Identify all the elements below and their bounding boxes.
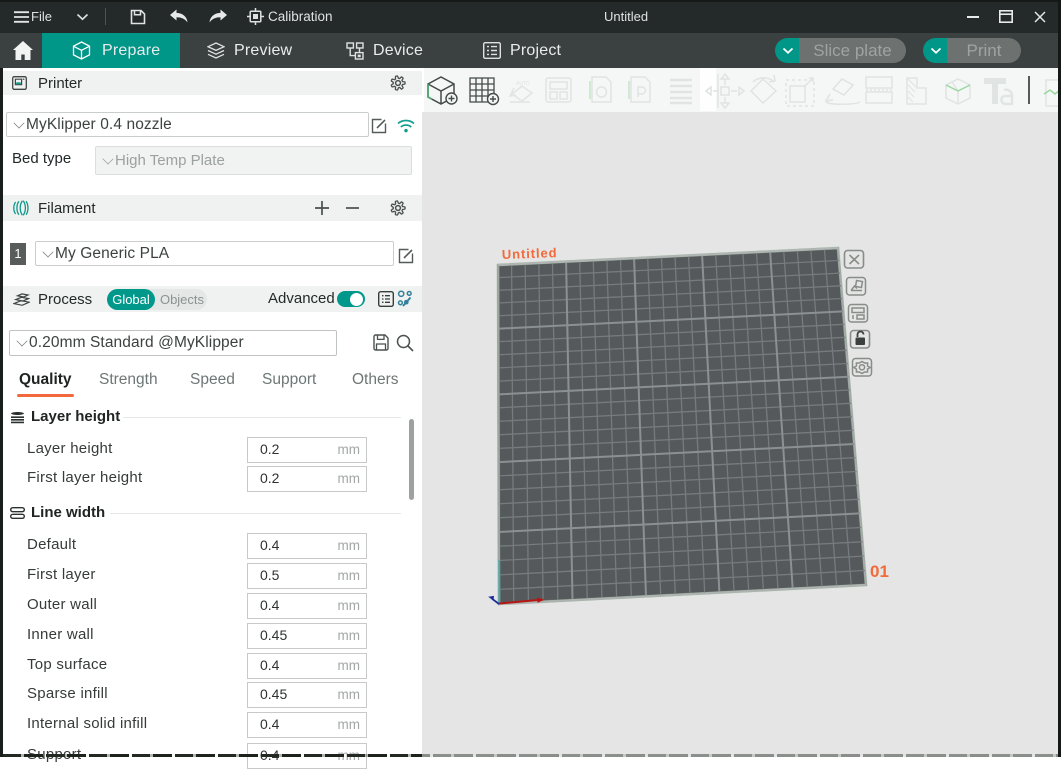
svg-text:Untitled: Untitled [502,245,558,262]
svg-text:AUTO: AUTO [516,81,530,87]
svg-text:01: 01 [870,562,889,581]
